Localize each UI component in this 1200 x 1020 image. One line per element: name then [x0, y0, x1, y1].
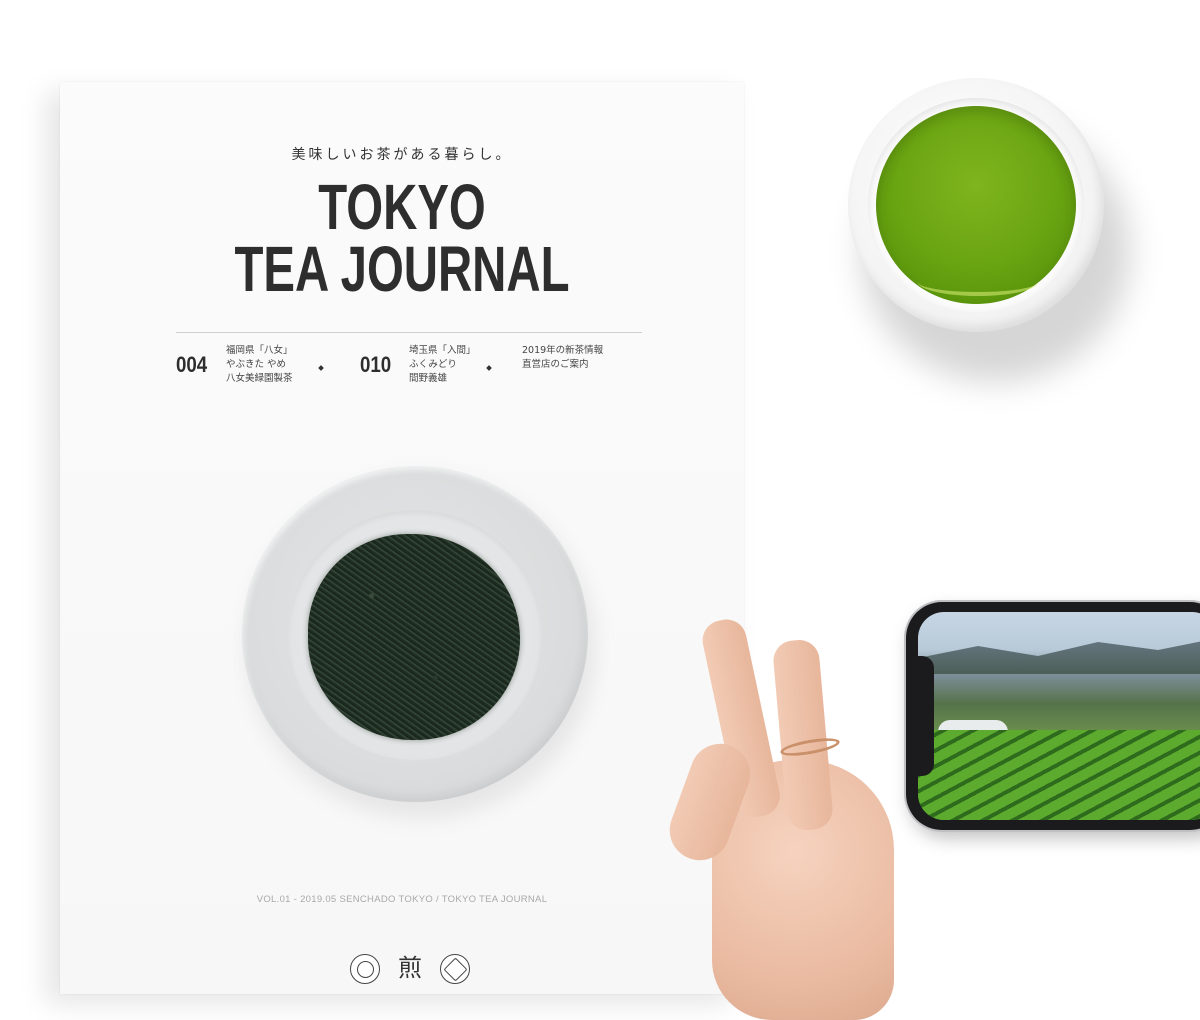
loose-tea-leaves — [308, 534, 520, 740]
phone-screen-tea-field-photo — [918, 612, 1200, 820]
toc-number-010: 010 — [360, 352, 392, 377]
phone-notch — [918, 656, 934, 776]
cover-title-line2: TEA JOURNAL — [234, 233, 570, 305]
toc-number-004: 004 — [176, 352, 208, 377]
toc-separator-dot — [318, 365, 324, 371]
toc-line: 埼玉県「入間」 — [409, 345, 476, 356]
cover-divider — [176, 332, 642, 333]
crest-right-icon — [440, 954, 470, 984]
cover-tagline: 美味しいお茶がある暮らし。 — [291, 147, 513, 163]
toc-entry-004: 福岡県「八女」 やぶきた やめ 八女美緑園製茶 — [226, 344, 293, 386]
toc-entry-010: 埼玉県「入間」 ふくみどり 間野義雄 — [409, 344, 476, 386]
toc-entry-news: 2019年の新茶情報 直営店のご案内 — [522, 344, 603, 372]
toc-line: 間野義雄 — [409, 373, 448, 384]
toc-line: やぶきた やめ — [226, 359, 287, 370]
sencha-logo-icon: 煎 — [398, 954, 422, 982]
cover-title-line1: TOKYO — [318, 171, 486, 243]
toc-line: 2019年の新茶情報 — [522, 345, 604, 356]
scene: 美味しいお茶がある暮らし。 TOKYO TEA JOURNAL 004 福岡県「… — [0, 0, 1200, 1020]
toc-line: 福岡県「八女」 — [226, 345, 293, 356]
toc-separator-dot — [486, 365, 492, 371]
toc-line: ふくみどり — [409, 359, 457, 370]
crest-left-icon — [350, 954, 380, 984]
magazine-cover: 美味しいお茶がある暮らし。 TOKYO TEA JOURNAL 004 福岡県「… — [60, 82, 744, 994]
toc-line: 直営店のご案内 — [522, 359, 589, 370]
cover-footer: VOL.01 - 2019.05 SENCHADO TOKYO / TOKYO … — [256, 894, 548, 905]
toc-line: 八女美緑園製茶 — [226, 373, 293, 384]
mountain-ridge — [918, 638, 1200, 674]
tea-plantation-rows — [918, 730, 1200, 820]
tea-highlight — [918, 268, 1038, 296]
